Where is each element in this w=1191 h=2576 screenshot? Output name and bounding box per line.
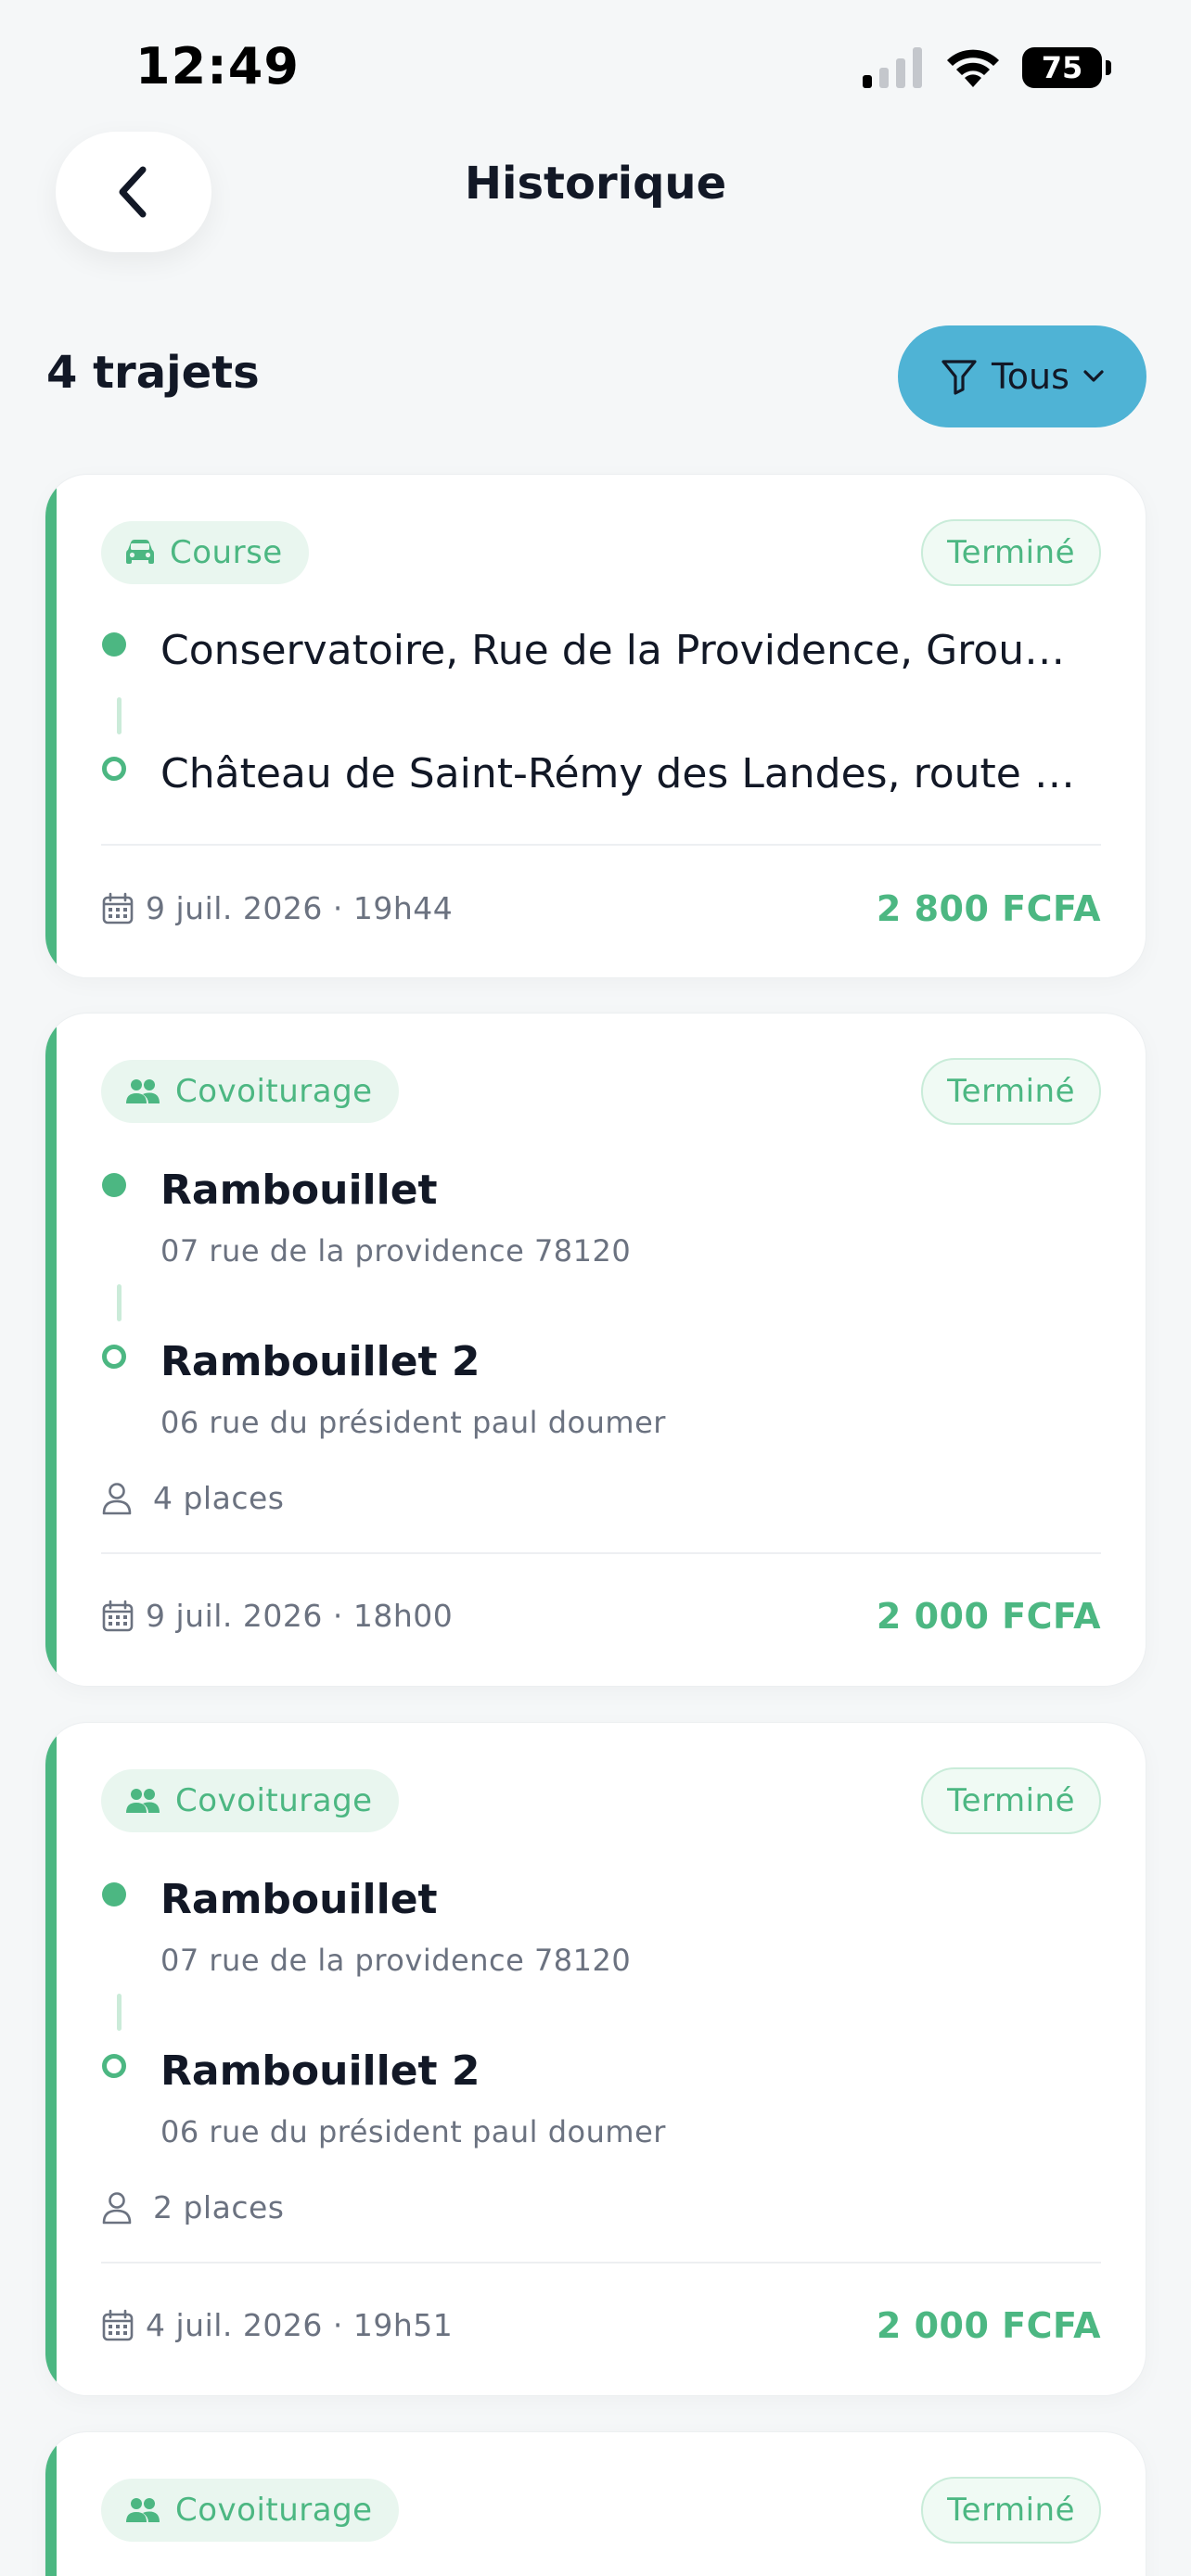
person-icon [102, 2191, 132, 2224]
group-icon [126, 2498, 160, 2522]
filter-label: Tous [992, 356, 1069, 397]
filter-button[interactable]: Tous [898, 325, 1146, 427]
trip-type-chip: Covoiturage [101, 1060, 399, 1123]
arrival-name: Château de Saint-Rémy des Landes, route … [160, 750, 1090, 797]
battery-icon: 75 [1022, 47, 1111, 88]
trip-date-text: 4 juil. 2026 · 19h51 [146, 2307, 454, 2343]
trip-card[interactable]: Covoiturage Terminé [45, 2431, 1146, 2576]
trip-type-label: Covoiturage [175, 1073, 373, 1110]
trip-price: 2 000 FCFA [876, 2305, 1101, 2346]
signal-icon [863, 47, 922, 88]
trip-card[interactable]: Covoiturage Terminé Rambouillet 07 rue d… [45, 1722, 1146, 2396]
start-point-icon [102, 1882, 126, 1906]
trip-date: 9 juil. 2026 · 18h00 [101, 1598, 453, 1634]
filter-icon [941, 360, 977, 395]
chevron-down-icon [1083, 370, 1104, 382]
trip-date: 9 juil. 2026 · 19h44 [101, 890, 453, 926]
trip-date-text: 9 juil. 2026 · 19h44 [146, 890, 454, 926]
divider [101, 2262, 1101, 2264]
car-icon [126, 540, 154, 564]
divider [101, 1552, 1101, 1554]
trip-card[interactable]: Course Terminé Conservatoire, Rue de la … [45, 474, 1146, 978]
departure-name: Rambouillet [160, 1167, 438, 1214]
arrival-name: Rambouillet 2 [160, 1338, 480, 1385]
trip-type-label: Covoiturage [175, 1782, 373, 1819]
trip-type-label: Covoiturage [175, 2492, 373, 2529]
group-icon [126, 1789, 160, 1813]
trip-date: 4 juil. 2026 · 19h51 [101, 2307, 453, 2343]
calendar-icon [102, 892, 134, 924]
trip-type-label: Course [170, 534, 283, 571]
status-icons: 75 [863, 46, 1111, 89]
status-badge: Terminé [921, 519, 1101, 586]
status-badge: Terminé [921, 1767, 1101, 1834]
history-screen: 12:49 75 Historique 4 trajets Tous Cours… [0, 0, 1191, 2576]
start-point-icon [102, 1173, 126, 1197]
trip-date-text: 9 juil. 2026 · 18h00 [146, 1598, 454, 1634]
start-point-icon [102, 632, 126, 657]
departure-address: 07 rue de la providence 78120 [160, 1233, 632, 1269]
arrival-name: Rambouillet 2 [160, 2047, 480, 2095]
seats-text: 4 places [153, 1480, 285, 1516]
status-time: 12:49 [135, 37, 300, 96]
status-badge: Terminé [921, 1058, 1101, 1125]
end-point-icon [102, 1345, 126, 1369]
trip-type-chip: Covoiturage [101, 2479, 399, 2542]
wifi-icon [947, 49, 999, 87]
seats-info: 4 places [101, 1480, 284, 1516]
divider [101, 844, 1101, 846]
status-badge: Terminé [921, 2477, 1101, 2544]
end-point-icon [102, 757, 126, 781]
route-connector [117, 1284, 122, 1321]
arrival-address: 06 rue du président paul doumer [160, 2114, 666, 2149]
trip-price: 2 000 FCFA [876, 1596, 1101, 1637]
end-point-icon [102, 2054, 126, 2078]
departure-name: Conservatoire, Rue de la Providence, Gro… [160, 627, 1090, 674]
route-connector [117, 1994, 122, 2031]
calendar-icon [102, 1600, 134, 1631]
arrival-address: 06 rue du président paul doumer [160, 1405, 666, 1440]
trip-count: 4 trajets [46, 347, 260, 399]
departure-name: Rambouillet [160, 1876, 438, 1923]
page-title: Historique [464, 158, 727, 210]
calendar-icon [102, 2309, 134, 2340]
person-icon [102, 1482, 132, 1514]
trip-price: 2 800 FCFA [876, 888, 1101, 929]
seats-text: 2 places [153, 2189, 285, 2225]
battery-level: 75 [1041, 50, 1083, 85]
departure-address: 07 rue de la providence 78120 [160, 1943, 632, 1978]
trip-type-chip: Covoiturage [101, 1769, 399, 1832]
group-icon [126, 1079, 160, 1103]
seats-info: 2 places [101, 2189, 284, 2225]
trip-type-chip: Course [101, 521, 309, 584]
trip-card[interactable]: Covoiturage Terminé Rambouillet 07 rue d… [45, 1013, 1146, 1687]
route-connector [117, 697, 122, 734]
